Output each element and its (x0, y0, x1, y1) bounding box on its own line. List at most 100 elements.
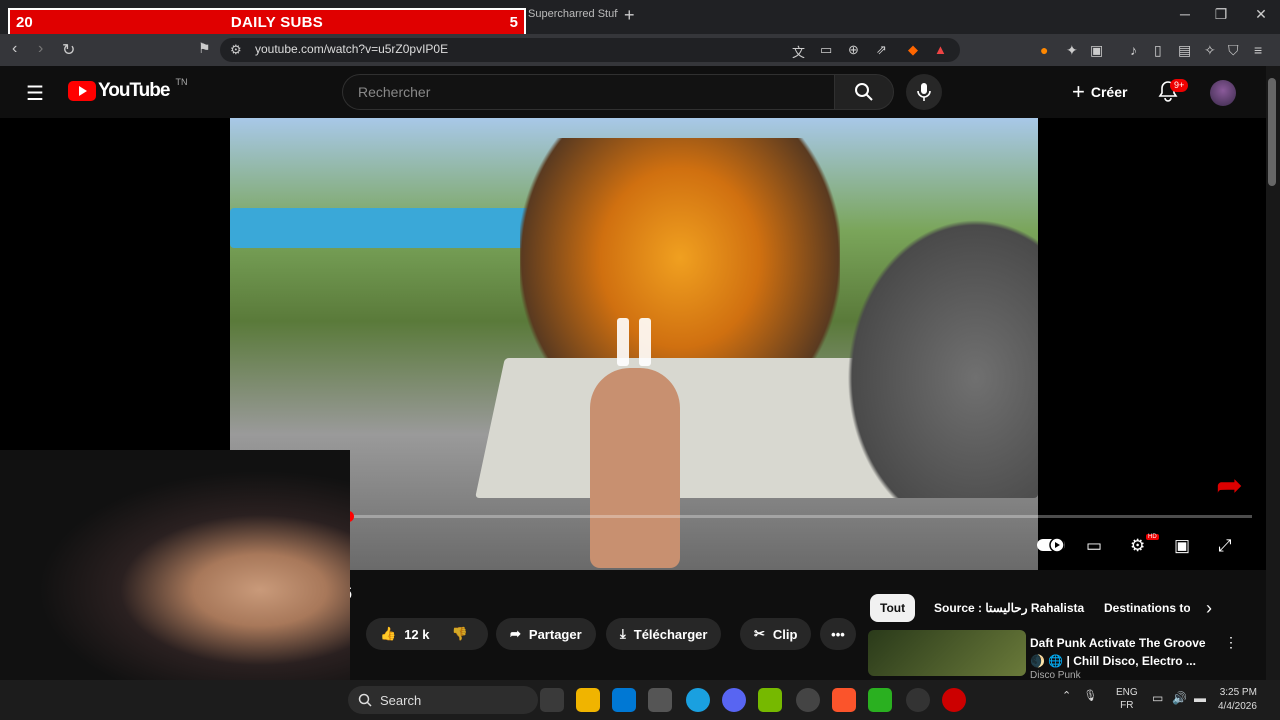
taskbar-clock[interactable]: 3:25 PM 4/4/2026 (1218, 686, 1257, 714)
network-icon[interactable]: ▭ (1152, 691, 1163, 705)
taskbar-search[interactable]: Search (348, 686, 538, 714)
wallet-icon[interactable]: ▤ (1178, 42, 1191, 59)
obs-icon[interactable] (906, 688, 930, 712)
url-text[interactable]: youtube.com/watch?v=u5rZ0pvIP0E (255, 42, 448, 56)
download-button[interactable]: ⤓ Télécharger (606, 618, 722, 650)
url-field[interactable]: ⚙ youtube.com/watch?v=u5rZ0pvIP0E 文 ▭ ⊕ … (220, 38, 960, 62)
thumbs-down-icon[interactable]: 👎 (452, 626, 468, 642)
extension-icon[interactable]: ● (1040, 42, 1048, 58)
store-icon[interactable] (612, 688, 636, 712)
chip-all[interactable]: Tout (870, 594, 916, 622)
youtube-logo[interactable]: YouTube TN (68, 77, 187, 102)
leo-ai-icon[interactable]: ✧ (1204, 42, 1216, 59)
theater-mode-icon[interactable]: ▣ (1174, 536, 1190, 556)
brave-shield-icon[interactable]: ◆ (908, 42, 918, 58)
recommendation-menu-icon[interactable]: ⋮ (1224, 634, 1238, 651)
forward-icon[interactable]: › (38, 40, 43, 58)
settings-gear-icon[interactable]: ⚙ (1130, 536, 1145, 556)
red-arrow-icon: ➦ (1216, 467, 1243, 503)
more-icon: ••• (831, 626, 845, 642)
language-indicator[interactable]: ENG FR (1116, 686, 1138, 712)
task-view-icon[interactable] (540, 688, 564, 712)
overlay-label: DAILY SUBS (230, 13, 324, 31)
nvidia-icon[interactable] (758, 688, 782, 712)
subtitles-icon[interactable]: ▭ (1086, 536, 1102, 556)
zoom-icon[interactable]: ⊕ (848, 42, 859, 58)
overlay-left-count: 20 (16, 13, 33, 31)
opera-icon[interactable] (942, 688, 966, 712)
autoplay-toggle[interactable] (1036, 536, 1066, 559)
cast-icon[interactable]: ▭ (820, 42, 832, 58)
share-button[interactable]: ➦ Partager (496, 618, 596, 650)
language-line-1: ENG (1116, 687, 1138, 698)
fullscreen-icon[interactable]: ⤢ (1218, 536, 1232, 556)
avatar[interactable] (1210, 80, 1236, 106)
more-actions-button[interactable]: ••• (820, 618, 856, 650)
scrollbar-thumb[interactable] (1268, 78, 1276, 186)
hd-badge: HD (1146, 534, 1159, 540)
share-page-icon[interactable]: ⇗ (876, 42, 887, 58)
download-icon: ⤓ (620, 626, 626, 641)
translate-icon[interactable]: 文 (792, 42, 805, 61)
battery-icon[interactable]: ▬ (1194, 691, 1206, 705)
microphone-icon[interactable]: 🎙 (1083, 689, 1097, 702)
search-input[interactable] (342, 74, 834, 110)
close-window-icon[interactable]: ✕ (1246, 6, 1276, 23)
file-explorer-icon[interactable] (576, 688, 600, 712)
video-scene-tarp (230, 208, 530, 248)
sidebar-icon[interactable]: ▯ (1154, 42, 1162, 59)
vpn-icon[interactable]: ⛉ (1228, 42, 1239, 59)
download-label: Télécharger (633, 626, 708, 642)
chrome-icon[interactable] (796, 688, 820, 712)
browser-menu-icon[interactable]: ≡ (1254, 42, 1262, 58)
new-tab-icon[interactable]: + (624, 5, 635, 26)
tab-search-icon[interactable]: ▣ (1090, 42, 1103, 59)
reload-icon[interactable]: ↻ (62, 40, 75, 60)
recommendation-channel[interactable]: Disco Punk (1030, 670, 1081, 680)
like-count: 12 k (404, 626, 430, 642)
site-info-icon[interactable]: ⚙ (230, 42, 242, 58)
microphone-icon (917, 83, 931, 101)
brave-icon[interactable] (832, 688, 856, 712)
music-icon[interactable]: ♪ (1130, 42, 1137, 58)
scissors-icon: ✂ (754, 626, 765, 641)
clock-time: 3:25 PM (1219, 687, 1257, 698)
pause-overlay-icon[interactable] (612, 318, 656, 368)
windows-taskbar: Search ⌃ 🎙 ENG FR ▭ 🔊 ▬ 3:25 PM 4/4/2026 (0, 680, 1280, 720)
create-button[interactable]: + Créer (1064, 76, 1135, 108)
clip-button[interactable]: ✂ Clip (740, 618, 812, 650)
voice-search-button[interactable] (906, 74, 942, 110)
search-button[interactable] (834, 74, 894, 110)
browser-tab-title[interactable]: Supercharred Stuffed P (528, 8, 618, 26)
chip-source[interactable]: Source : رحاليستا Rahalista (924, 594, 1094, 622)
thumbs-up-icon: 👍 (380, 626, 397, 641)
create-label: Créer (1090, 84, 1128, 100)
browser-address-bar: ‹ › ↻ ⚑ ⚙ youtube.com/watch?v=u5rZ0pvIP0… (0, 34, 1280, 66)
overlay-right-count: 5 (509, 13, 518, 31)
like-button[interactable]: 👍 12 k 👎 (366, 618, 488, 650)
minimize-icon[interactable]: ─ (1170, 6, 1200, 22)
recommendation-thumbnail[interactable] (868, 630, 1026, 676)
back-icon[interactable]: ‹ (12, 40, 17, 58)
youtube-header: ☰ YouTube TN + Créer 9+ (0, 66, 1266, 118)
volume-icon[interactable]: 🔊 (1172, 691, 1187, 705)
chevron-right-icon[interactable]: › (1206, 598, 1212, 619)
hamburger-menu-icon[interactable]: ☰ (26, 81, 44, 106)
logo-text: YouTube (98, 80, 170, 101)
chevron-up-icon[interactable]: ⌃ (1062, 689, 1071, 702)
autoplay-icon (1037, 537, 1065, 553)
brave-rewards-icon[interactable]: ▲ (934, 42, 947, 57)
chip-destinations[interactable]: Destinations to (1094, 594, 1190, 622)
bookmark-icon[interactable]: ⚑ (198, 40, 211, 57)
puzzle-icon[interactable]: ✦ (1066, 42, 1078, 59)
recommendation-title[interactable]: Daft Punk Activate The Groove 🌒 🌐 | Chil… (1030, 634, 1220, 670)
maximize-icon[interactable]: ❐ (1206, 6, 1236, 23)
edge-icon[interactable] (686, 688, 710, 712)
taskbar-search-label: Search (380, 692, 422, 708)
plus-icon: + (1072, 79, 1085, 104)
notification-badge: 9+ (1170, 79, 1189, 92)
discord-icon[interactable] (722, 688, 746, 712)
media-player-icon[interactable] (868, 688, 892, 712)
browser-tab-bar: 20 DAILY SUBS 5 Supercharred Stuffed P +… (0, 0, 1280, 36)
app-icon[interactable] (648, 688, 672, 712)
